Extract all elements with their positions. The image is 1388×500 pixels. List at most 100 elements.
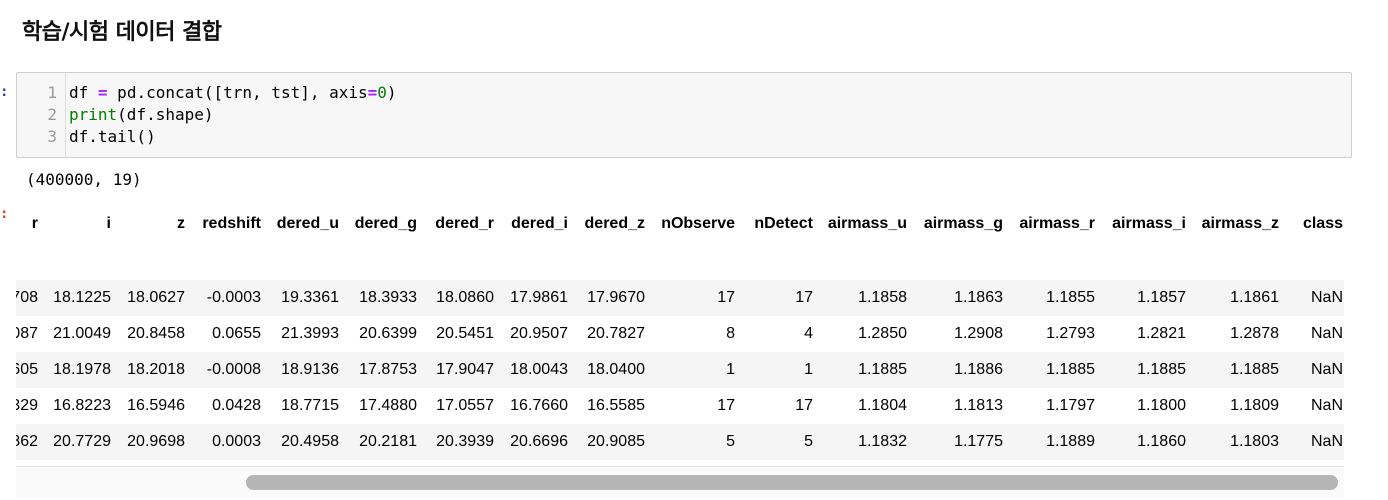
- table-cell: 1.1803: [1230, 433, 1279, 450]
- table-cell: 1: [804, 361, 813, 378]
- table-cell: 1.1885: [1230, 361, 1279, 378]
- table-cell: 0.0655: [212, 325, 261, 342]
- table-cell: 18.0627: [127, 289, 185, 306]
- code-token: pd.concat([trn, tst], axis: [107, 83, 368, 102]
- column-header: airmass_i: [1112, 215, 1186, 232]
- table-cell: 329: [16, 397, 38, 414]
- table-cell: 17.9047: [436, 361, 494, 378]
- column-header: airmass_g: [923, 215, 1003, 232]
- table-cell: 18.0043: [510, 361, 568, 378]
- table-row: 605 18.1978 18.2018 -0.0008 18.9136 17.8…: [16, 352, 1344, 388]
- table-cell: 1.1804: [858, 397, 907, 414]
- column-header: dered_r: [435, 215, 494, 232]
- table-cell: 1.1857: [1137, 289, 1186, 306]
- table-cell: 18.9136: [281, 361, 339, 378]
- table-cell: 20.2181: [359, 433, 417, 450]
- table-cell: 18.3933: [359, 289, 417, 306]
- column-header: redshift: [202, 215, 261, 232]
- table-cell: 1.1797: [1046, 397, 1095, 414]
- table-cell: 17.9670: [587, 289, 645, 306]
- table-row: 329 16.8223 16.5946 0.0428 18.7715 17.48…: [16, 388, 1344, 424]
- code-operator: =: [97, 83, 108, 102]
- column-header: r: [31, 215, 38, 232]
- code-operator: =: [367, 83, 378, 102]
- table-cell: 1.2908: [954, 325, 1003, 342]
- code-builtin: print: [69, 105, 118, 124]
- table-cell: 16.5585: [587, 397, 645, 414]
- table-cell: 16.7660: [510, 397, 568, 414]
- code-token: ): [386, 83, 397, 102]
- table-row: 862 20.7729 20.9698 0.0003 20.4958 20.21…: [16, 424, 1344, 460]
- table-cell: 20.6399: [359, 325, 417, 342]
- line-number-gutter: 1 2 3: [17, 73, 66, 157]
- table-cell: 1.1832: [858, 433, 907, 450]
- column-header: dered_z: [584, 215, 645, 232]
- table-cell: 21.3993: [281, 325, 339, 342]
- code-token: df: [69, 83, 98, 102]
- line-number: 3: [47, 127, 57, 146]
- horizontal-scrollbar[interactable]: [16, 466, 1344, 497]
- table-cell: 708: [16, 289, 38, 306]
- code-cell-editor[interactable]: 1 2 3 df = pd.concat([trn, tst], axis=0)…: [16, 72, 1352, 158]
- code-token: (df.shape): [117, 105, 214, 124]
- table-cell: 20.5451: [436, 325, 494, 342]
- table-cell: 16.8223: [53, 397, 111, 414]
- table-cell: 18.0860: [436, 289, 494, 306]
- table-cell: 087: [16, 325, 38, 342]
- column-header: dered_i: [511, 215, 568, 232]
- input-prompt-marker: :: [0, 84, 9, 100]
- output-prompt-marker: :: [0, 206, 9, 222]
- table-cell: 17: [717, 289, 735, 306]
- table-cell: 17.0557: [436, 397, 494, 414]
- table-cell: 1.1889: [1046, 433, 1095, 450]
- table-cell: 1.2793: [1046, 325, 1095, 342]
- column-header: dered_g: [354, 215, 417, 232]
- table-cell: 20.9698: [127, 433, 185, 450]
- table-cell: 1.1809: [1230, 397, 1279, 414]
- table-cell: NaN: [1310, 325, 1343, 342]
- table-cell: 17: [795, 289, 813, 306]
- table-cell: 1.1863: [954, 289, 1003, 306]
- table-cell: 20.4958: [281, 433, 339, 450]
- code-line-1: df = pd.concat([trn, tst], axis=0): [69, 83, 397, 102]
- table-cell: 17.8753: [359, 361, 417, 378]
- table-cell: 1.1800: [1137, 397, 1186, 414]
- table-cell: -0.0003: [206, 289, 261, 306]
- table-cell: 1.1855: [1046, 289, 1095, 306]
- table-cell: 17: [717, 397, 735, 414]
- column-header: class: [1302, 215, 1343, 232]
- table-row: 087 21.0049 20.8458 0.0655 21.3993 20.63…: [16, 316, 1344, 352]
- table-cell: 862: [16, 433, 38, 450]
- code-line-2: print(df.shape): [69, 105, 214, 124]
- table-cell: 1.1775: [954, 433, 1003, 450]
- column-header: airmass_r: [1019, 215, 1095, 232]
- column-header: i: [106, 215, 111, 232]
- table-cell: 17: [795, 397, 813, 414]
- table-cell: 20.9085: [587, 433, 645, 450]
- code-number: 0: [377, 83, 387, 102]
- dataframe-output[interactable]: r i z redshift dered_u dered_g dered_r d…: [16, 200, 1344, 462]
- table-cell: 21.0049: [53, 325, 111, 342]
- line-number: 1: [47, 83, 57, 102]
- column-header: z: [177, 215, 185, 232]
- table-cell: 18.1978: [53, 361, 111, 378]
- table-cell: 1.2878: [1230, 325, 1279, 342]
- table-cell: 20.3939: [436, 433, 494, 450]
- table-cell: 1.1861: [1230, 289, 1279, 306]
- table-cell: 18.1225: [53, 289, 111, 306]
- table-cell: 17.9861: [510, 289, 568, 306]
- table-cell: 20.7827: [587, 325, 645, 342]
- table-cell: 605: [16, 361, 38, 378]
- table-cell: 19.3361: [281, 289, 339, 306]
- column-header: nObserve: [661, 215, 735, 232]
- table-cell: 1.1860: [1137, 433, 1186, 450]
- table-cell: 1: [726, 361, 735, 378]
- table-cell: 1.1813: [954, 397, 1003, 414]
- table-cell: 1.1885: [1137, 361, 1186, 378]
- scrollbar-thumb[interactable]: [246, 475, 1338, 490]
- column-header: airmass_u: [827, 215, 907, 232]
- table-cell: 17.4880: [359, 397, 417, 414]
- table-cell: 0.0003: [212, 433, 261, 450]
- table-cell: NaN: [1310, 289, 1343, 306]
- table-cell: 20.8458: [127, 325, 185, 342]
